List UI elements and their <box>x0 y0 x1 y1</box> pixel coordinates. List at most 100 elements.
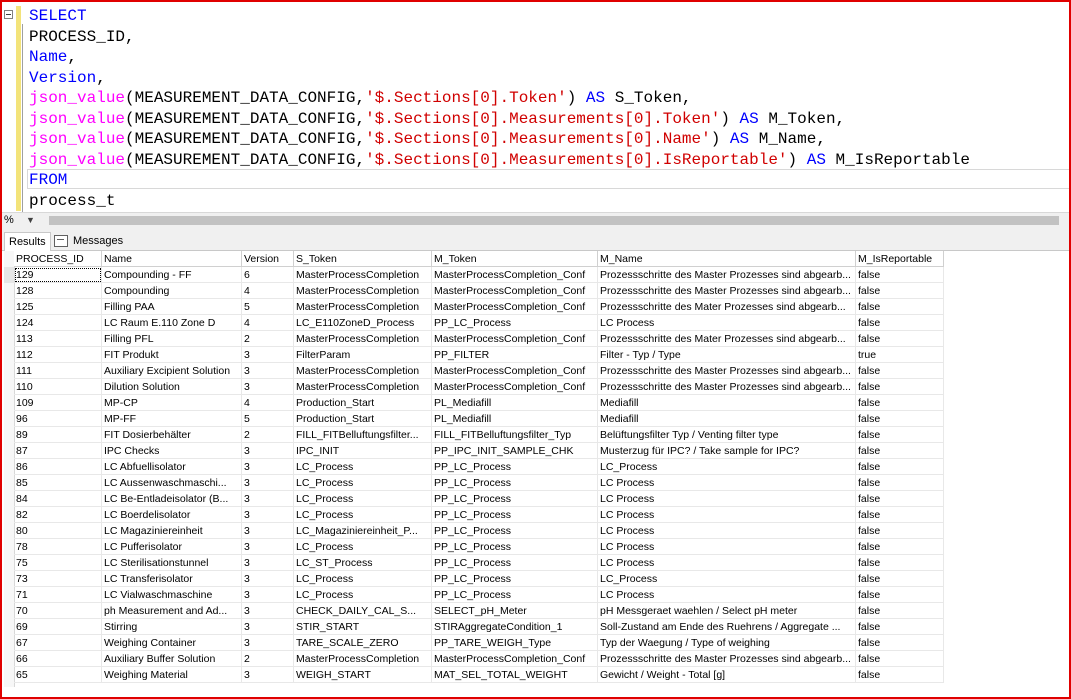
table-cell[interactable]: MAT_SEL_TOTAL_WEIGHT <box>432 667 598 683</box>
table-cell[interactable]: Filter - Typ / Type <box>598 347 856 363</box>
code-line[interactable]: PROCESS_ID, <box>29 27 135 47</box>
table-cell[interactable]: 109 <box>14 395 102 411</box>
table-cell[interactable]: LC Vialwaschmaschine <box>102 587 242 603</box>
table-cell[interactable]: Prozessschritte des Master Prozesses sin… <box>598 363 856 379</box>
table-cell[interactable]: 110 <box>14 379 102 395</box>
table-cell[interactable]: IPC Checks <box>102 443 242 459</box>
table-cell[interactable]: 82 <box>14 507 102 523</box>
table-cell[interactable]: false <box>856 427 944 443</box>
column-header[interactable]: M_Token <box>432 251 598 267</box>
column-header[interactable]: S_Token <box>294 251 432 267</box>
table-cell[interactable]: 111 <box>14 363 102 379</box>
table-cell[interactable]: 78 <box>14 539 102 555</box>
table-cell[interactable]: Soll-Zustand am Ende des Ruehrens / Aggr… <box>598 619 856 635</box>
table-cell[interactable]: 3 <box>242 443 294 459</box>
zoom-level[interactable]: % <box>4 214 14 226</box>
editor-horizontal-scrollbar[interactable]: % ▼ <box>2 212 1069 230</box>
table-cell[interactable]: false <box>856 395 944 411</box>
table-cell[interactable]: 3 <box>242 587 294 603</box>
table-cell[interactable]: LC Pufferisolator <box>102 539 242 555</box>
table-cell[interactable]: MP-CP <box>102 395 242 411</box>
table-cell[interactable]: 113 <box>14 331 102 347</box>
table-cell[interactable]: FILL_FITBelluftungsfilter... <box>294 427 432 443</box>
table-cell[interactable]: PP_LC_Process <box>432 555 598 571</box>
table-cell[interactable]: Prozessschritte des Master Prozesses sin… <box>598 379 856 395</box>
table-cell[interactable]: 5 <box>242 411 294 427</box>
table-row[interactable]: 80 LC Magaziniereinheit 3 LC_Magaziniereinh… <box>14 523 944 539</box>
code-line[interactable]: process_t <box>29 191 115 211</box>
table-cell[interactable]: LC Process <box>598 507 856 523</box>
table-cell[interactable]: 96 <box>14 411 102 427</box>
table-cell[interactable]: LC_ST_Process <box>294 555 432 571</box>
table-cell[interactable]: LC Transferisolator <box>102 571 242 587</box>
table-cell[interactable]: Musterzug für IPC? / Take sample for IPC… <box>598 443 856 459</box>
table-row[interactable]: 67 Weighing Container 3 TARE_SCALE_ZERO PP_T… <box>14 635 944 651</box>
table-cell[interactable]: false <box>856 571 944 587</box>
table-cell[interactable]: ph Measurement and Ad... <box>102 603 242 619</box>
table-cell[interactable]: false <box>856 443 944 459</box>
table-row[interactable]: 124 LC Raum E.110 Zone D 4 LC_E110ZoneD_Pro… <box>14 315 944 331</box>
table-cell[interactable]: PL_Mediafill <box>432 395 598 411</box>
table-row[interactable]: 65 Weighing Material 3 WEIGH_START MAT_SEL_T… <box>14 667 944 683</box>
table-cell[interactable]: false <box>856 507 944 523</box>
column-header[interactable]: M_IsReportable <box>856 251 944 267</box>
table-cell[interactable]: MasterProcessCompletion <box>294 299 432 315</box>
table-cell[interactable]: 4 <box>242 283 294 299</box>
table-row[interactable]: 85 LC Aussenwaschmaschi... 3 LC_Process PP_L… <box>14 475 944 491</box>
table-cell[interactable]: Prozessschritte des Master Prozesses sin… <box>598 267 856 283</box>
table-cell[interactable]: 112 <box>14 347 102 363</box>
table-cell[interactable]: Prozessschritte des Mater Prozesses sind… <box>598 331 856 347</box>
table-row[interactable]: 71 LC Vialwaschmaschine 3 LC_Process PP_LC_P… <box>14 587 944 603</box>
table-cell[interactable]: true <box>856 347 944 363</box>
column-header[interactable]: Name <box>102 251 242 267</box>
table-row[interactable]: 82 LC Boerdelisolator 3 LC_Process PP_LC_Pro… <box>14 507 944 523</box>
table-cell[interactable]: false <box>856 411 944 427</box>
table-cell[interactable]: LC Magaziniereinheit <box>102 523 242 539</box>
table-cell[interactable]: LC Process <box>598 555 856 571</box>
table-row[interactable]: 113 Filling PFL 2 MasterProcessCompletion Ma… <box>14 331 944 347</box>
table-row[interactable]: 73 LC Transferisolator 3 LC_Process PP_LC_Pr… <box>14 571 944 587</box>
table-cell[interactable]: FIT Produkt <box>102 347 242 363</box>
table-cell[interactable]: PP_LC_Process <box>432 507 598 523</box>
table-cell[interactable]: CHECK_DAILY_CAL_S... <box>294 603 432 619</box>
table-cell[interactable]: Auxiliary Excipient Solution <box>102 363 242 379</box>
table-row[interactable]: 87 IPC Checks 3 IPC_INIT PP_IPC_INIT_SAMPLE_… <box>14 443 944 459</box>
table-cell[interactable]: false <box>856 267 944 283</box>
table-cell[interactable]: Mediafill <box>598 411 856 427</box>
table-cell[interactable]: 3 <box>242 603 294 619</box>
table-cell[interactable]: false <box>856 379 944 395</box>
table-cell[interactable]: Gewicht / Weight - Total [g] <box>598 667 856 683</box>
table-cell[interactable]: LC Aussenwaschmaschi... <box>102 475 242 491</box>
table-cell[interactable]: MP-FF <box>102 411 242 427</box>
table-cell[interactable]: 87 <box>14 443 102 459</box>
table-cell[interactable]: PP_IPC_INIT_SAMPLE_CHK <box>432 443 598 459</box>
table-cell[interactable]: false <box>856 491 944 507</box>
table-cell[interactable]: MasterProcessCompletion_Conf <box>432 299 598 315</box>
table-cell[interactable]: LC_Process <box>598 571 856 587</box>
code-line[interactable]: FROM <box>29 170 67 190</box>
table-cell[interactable]: PP_TARE_WEIGH_Type <box>432 635 598 651</box>
table-cell[interactable]: Prozessschritte des Master Prozesses sin… <box>598 283 856 299</box>
table-cell[interactable]: 129 <box>14 267 102 283</box>
table-row[interactable]: 112 FIT Produkt 3 FilterParam PP_FILTER Filte… <box>14 347 944 363</box>
table-cell[interactable]: Stirring <box>102 619 242 635</box>
table-cell[interactable]: FILL_FITBelluftungsfilter_Typ <box>432 427 598 443</box>
table-cell[interactable]: 84 <box>14 491 102 507</box>
table-cell[interactable]: 86 <box>14 459 102 475</box>
code-line[interactable]: Version, <box>29 68 106 88</box>
query-editor[interactable]: SELECT PROCESS_ID, Name, Version, json_value… <box>2 2 1069 212</box>
table-cell[interactable]: LC_Process <box>294 539 432 555</box>
table-cell[interactable]: 67 <box>14 635 102 651</box>
table-cell[interactable]: LC Process <box>598 539 856 555</box>
table-cell[interactable]: Filling PFL <box>102 331 242 347</box>
code-line[interactable]: json_value(MEASUREMENT_DATA_CONFIG,'$.Se… <box>29 88 692 108</box>
table-cell[interactable]: PL_Mediafill <box>432 411 598 427</box>
table-cell[interactable]: Compounding - FF <box>102 267 242 283</box>
table-cell[interactable]: 124 <box>14 315 102 331</box>
table-cell[interactable]: false <box>856 555 944 571</box>
table-cell[interactable]: false <box>856 315 944 331</box>
table-cell[interactable]: PP_LC_Process <box>432 523 598 539</box>
table-cell[interactable]: LC_Process <box>294 475 432 491</box>
column-header[interactable]: Version <box>242 251 294 267</box>
table-cell[interactable]: LC_Process <box>294 491 432 507</box>
